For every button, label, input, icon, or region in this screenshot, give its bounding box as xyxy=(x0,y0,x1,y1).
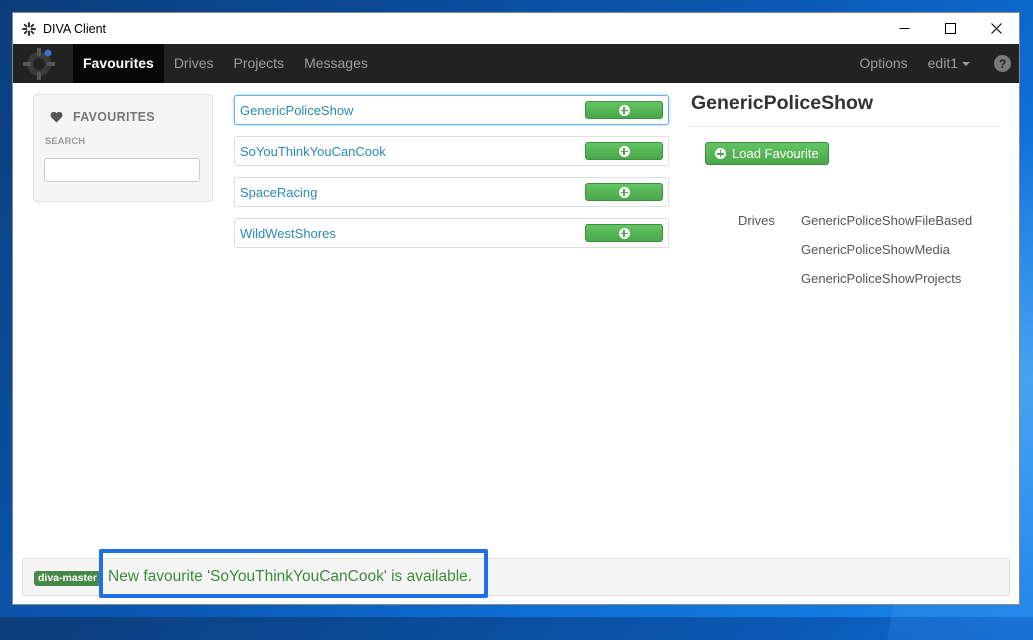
plus-circle-icon xyxy=(618,186,630,198)
favourite-name[interactable]: SoYouThinkYouCanCook xyxy=(240,144,386,159)
chevron-down-icon xyxy=(962,62,970,67)
window-controls xyxy=(881,13,1019,44)
drives-label: Drives xyxy=(738,213,775,228)
help-icon[interactable]: ? xyxy=(994,55,1011,72)
app-window: DIVA Client Favourites Drives Projects M… xyxy=(12,12,1020,605)
user-menu-label: edit1 xyxy=(927,55,958,71)
minimize-icon xyxy=(899,28,909,29)
drive-item: GenericPoliceShowFileBased xyxy=(801,213,973,228)
plus-circle-icon xyxy=(618,145,630,157)
diva-app-icon xyxy=(22,21,36,36)
add-favourite-button[interactable] xyxy=(585,142,663,160)
add-favourite-button[interactable] xyxy=(585,183,663,201)
add-favourite-button[interactable] xyxy=(585,224,663,242)
detail-title: GenericPoliceShow xyxy=(691,92,874,114)
sidebar-header: FAVOURITES xyxy=(50,110,155,124)
favourite-item[interactable]: WildWestShores xyxy=(234,218,669,248)
favourite-item[interactable]: SpaceRacing xyxy=(234,177,669,207)
minimize-button[interactable] xyxy=(881,13,927,44)
nav-tab-messages[interactable]: Messages xyxy=(294,44,378,83)
favourite-item[interactable]: SoYouThinkYouCanCook xyxy=(234,136,669,166)
maximize-button[interactable] xyxy=(927,13,973,44)
options-menu[interactable]: Options xyxy=(849,44,917,83)
maximize-icon xyxy=(944,23,956,34)
favourite-name[interactable]: WildWestShores xyxy=(240,226,336,241)
window-title: DIVA Client xyxy=(43,21,106,36)
nav-tab-favourites[interactable]: Favourites xyxy=(73,44,164,83)
close-button[interactable] xyxy=(973,13,1019,44)
drive-item: GenericPoliceShowMedia xyxy=(801,242,950,257)
drive-item: GenericPoliceShowProjects xyxy=(801,271,962,286)
title-bar: DIVA Client xyxy=(13,13,1019,44)
navbar-right: Options edit1 ? xyxy=(849,44,1011,83)
top-navbar: Favourites Drives Projects Messages Opti… xyxy=(13,44,1019,83)
sidebar-title: FAVOURITES xyxy=(73,110,155,124)
plus-circle-icon xyxy=(715,148,726,159)
load-favourite-button[interactable]: Load Favourite xyxy=(705,142,829,165)
nav-tab-projects[interactable]: Projects xyxy=(223,44,294,83)
plus-circle-icon xyxy=(618,227,630,239)
user-menu[interactable]: edit1 xyxy=(918,44,980,83)
search-input[interactable] xyxy=(44,158,200,182)
favourite-name[interactable]: SpaceRacing xyxy=(240,185,317,200)
favourites-sidebar: FAVOURITES SEARCH xyxy=(33,94,213,202)
close-icon xyxy=(990,23,1002,34)
load-favourite-label: Load Favourite xyxy=(732,146,819,161)
server-badge: diva-master xyxy=(34,571,101,586)
favourite-item[interactable]: GenericPoliceShow xyxy=(234,95,669,125)
search-label: SEARCH xyxy=(45,136,86,147)
add-favourite-button[interactable] xyxy=(585,101,663,119)
heart-icon xyxy=(50,111,63,123)
favourites-list: GenericPoliceShow SoYouThinkYouCanCook S… xyxy=(234,95,669,259)
divider xyxy=(690,126,1000,127)
favourite-name[interactable]: GenericPoliceShow xyxy=(240,103,353,118)
nav-tab-drives[interactable]: Drives xyxy=(164,44,224,83)
favourite-detail-panel: GenericPoliceShow Load Favourite Drives … xyxy=(690,92,1000,286)
diva-logo[interactable] xyxy=(21,45,59,82)
plus-circle-icon xyxy=(618,104,630,116)
status-highlight-box xyxy=(99,549,488,598)
